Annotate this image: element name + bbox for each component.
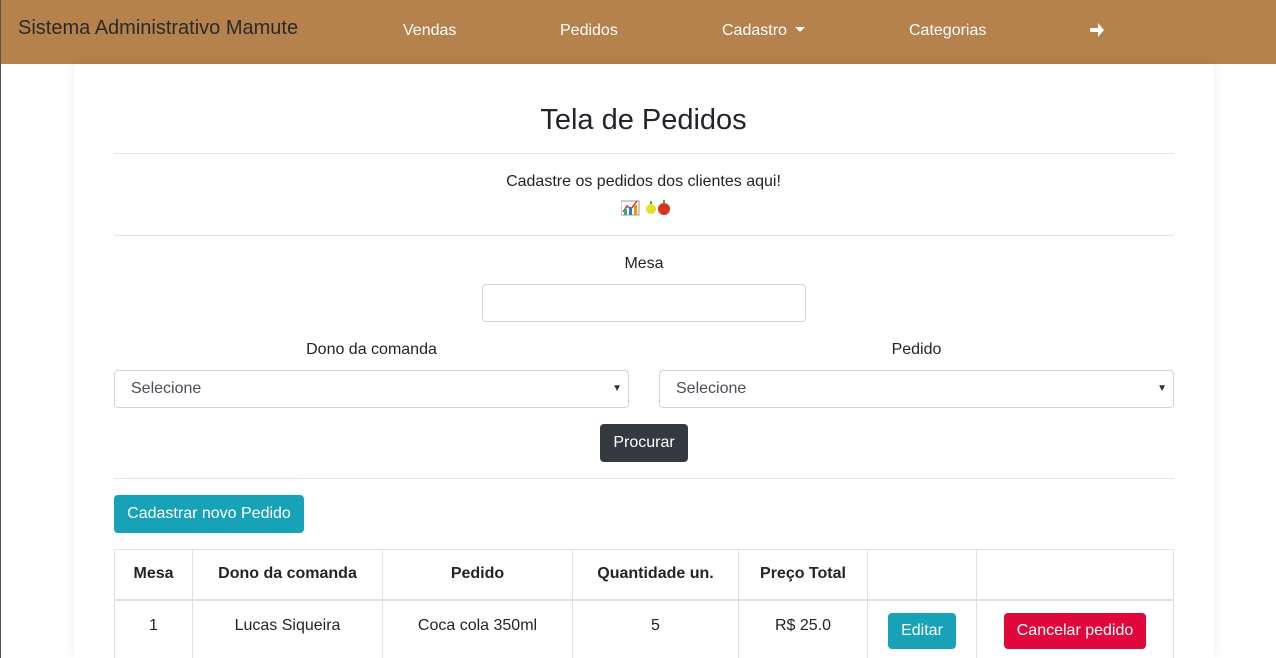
cell-mesa: 1 xyxy=(114,599,193,658)
dono-label: Dono da comanda xyxy=(306,341,437,358)
decorative-emoji-icon xyxy=(620,197,681,219)
dono-select[interactable]: Selecione ▼ xyxy=(114,370,629,408)
orders-table: Mesa Dono da comanda Pedido Quantidade u… xyxy=(114,549,1174,658)
chevron-down-icon: ▼ xyxy=(612,383,622,394)
cell-pedido: Coca cola 350ml xyxy=(382,599,573,658)
nav-item-cadastro[interactable]: Cadastro xyxy=(722,22,805,40)
edit-button[interactable]: Editar xyxy=(888,612,956,649)
top-navbar: Sistema Administrativo Mamute Vendas Ped… xyxy=(1,0,1276,64)
cell-dono: Lucas Siqueira xyxy=(192,599,383,658)
cell-edit: Editar xyxy=(867,599,977,658)
column-header-actions-cancel xyxy=(976,549,1174,601)
cell-cancel: Cancelar pedido xyxy=(976,599,1174,658)
divider xyxy=(114,153,1174,154)
nav-item-categorias[interactable]: Categorias xyxy=(909,22,986,40)
pedido-select-value: Selecione xyxy=(676,380,747,397)
cancel-order-button[interactable]: Cancelar pedido xyxy=(1003,612,1147,649)
add-order-button[interactable]: Cadastrar novo Pedido xyxy=(114,495,304,533)
mesa-label: Mesa xyxy=(624,255,664,272)
cell-preco: R$ 25.0 xyxy=(738,599,868,658)
chevron-down-icon: ▼ xyxy=(1157,383,1167,394)
nav-item-cadastro-label: Cadastro xyxy=(722,22,787,39)
page-title: Tela de Pedidos xyxy=(540,104,747,136)
column-header-quantidade: Quantidade un. xyxy=(572,549,739,601)
arrow-right-icon[interactable] xyxy=(1089,21,1105,44)
nav-item-pedidos[interactable]: Pedidos xyxy=(560,22,618,40)
cell-quantidade: 5 xyxy=(572,599,739,658)
search-button[interactable]: Procurar xyxy=(600,424,688,462)
brand-title[interactable]: Sistema Administrativo Mamute xyxy=(18,17,298,40)
column-header-mesa: Mesa xyxy=(114,549,193,601)
column-header-dono: Dono da comanda xyxy=(192,549,383,601)
mesa-input[interactable] xyxy=(482,284,806,322)
divider xyxy=(114,478,1174,479)
chevron-down-icon xyxy=(794,27,805,32)
pedido-select[interactable]: Selecione ▼ xyxy=(659,370,1174,408)
column-header-preco: Preço Total xyxy=(738,549,868,601)
divider xyxy=(114,235,1174,236)
column-header-pedido: Pedido xyxy=(382,549,573,601)
nav-item-vendas[interactable]: Vendas xyxy=(403,22,456,40)
page-subtitle: Cadastre os pedidos dos clientes aqui! xyxy=(506,173,781,190)
table-header-row: Mesa Dono da comanda Pedido Quantidade u… xyxy=(114,549,1174,601)
table-row: 1 Lucas Siqueira Coca cola 350ml 5 R$ 25… xyxy=(114,599,1174,658)
dono-select-value: Selecione xyxy=(131,380,202,397)
column-header-actions-edit xyxy=(867,549,977,601)
pedido-label: Pedido xyxy=(891,341,942,358)
